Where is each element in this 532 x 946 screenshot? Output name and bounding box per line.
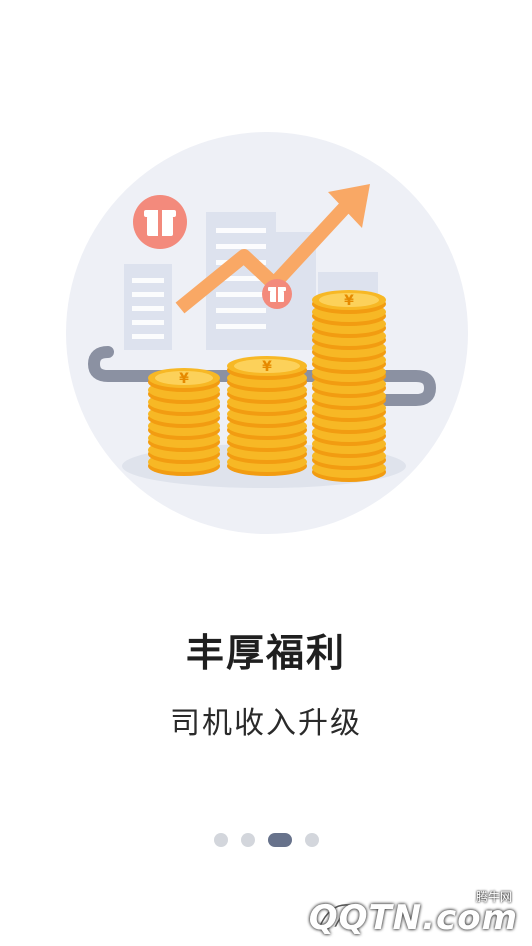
page-dot[interactable] (240, 833, 255, 847)
page-subtitle: 司机收入升级 (170, 706, 362, 741)
page-dot-active[interactable] (267, 833, 292, 847)
page-dot[interactable] (304, 833, 319, 847)
page-indicator (0, 833, 532, 847)
watermark: 腾牛网 QQTN.com (309, 888, 524, 940)
svg-text:¥: ¥ (179, 371, 189, 387)
svg-text:¥: ¥ (262, 359, 272, 375)
page-title: 丰厚福利 (185, 631, 346, 675)
watermark-brand: QQTN.com (308, 898, 518, 938)
svg-text:¥: ¥ (344, 293, 354, 309)
welfare-illustration: ¥ ¥ ¥ (66, 132, 468, 534)
page-dot[interactable] (213, 833, 228, 847)
gift-icon (262, 279, 292, 309)
gift-icon (133, 195, 187, 249)
